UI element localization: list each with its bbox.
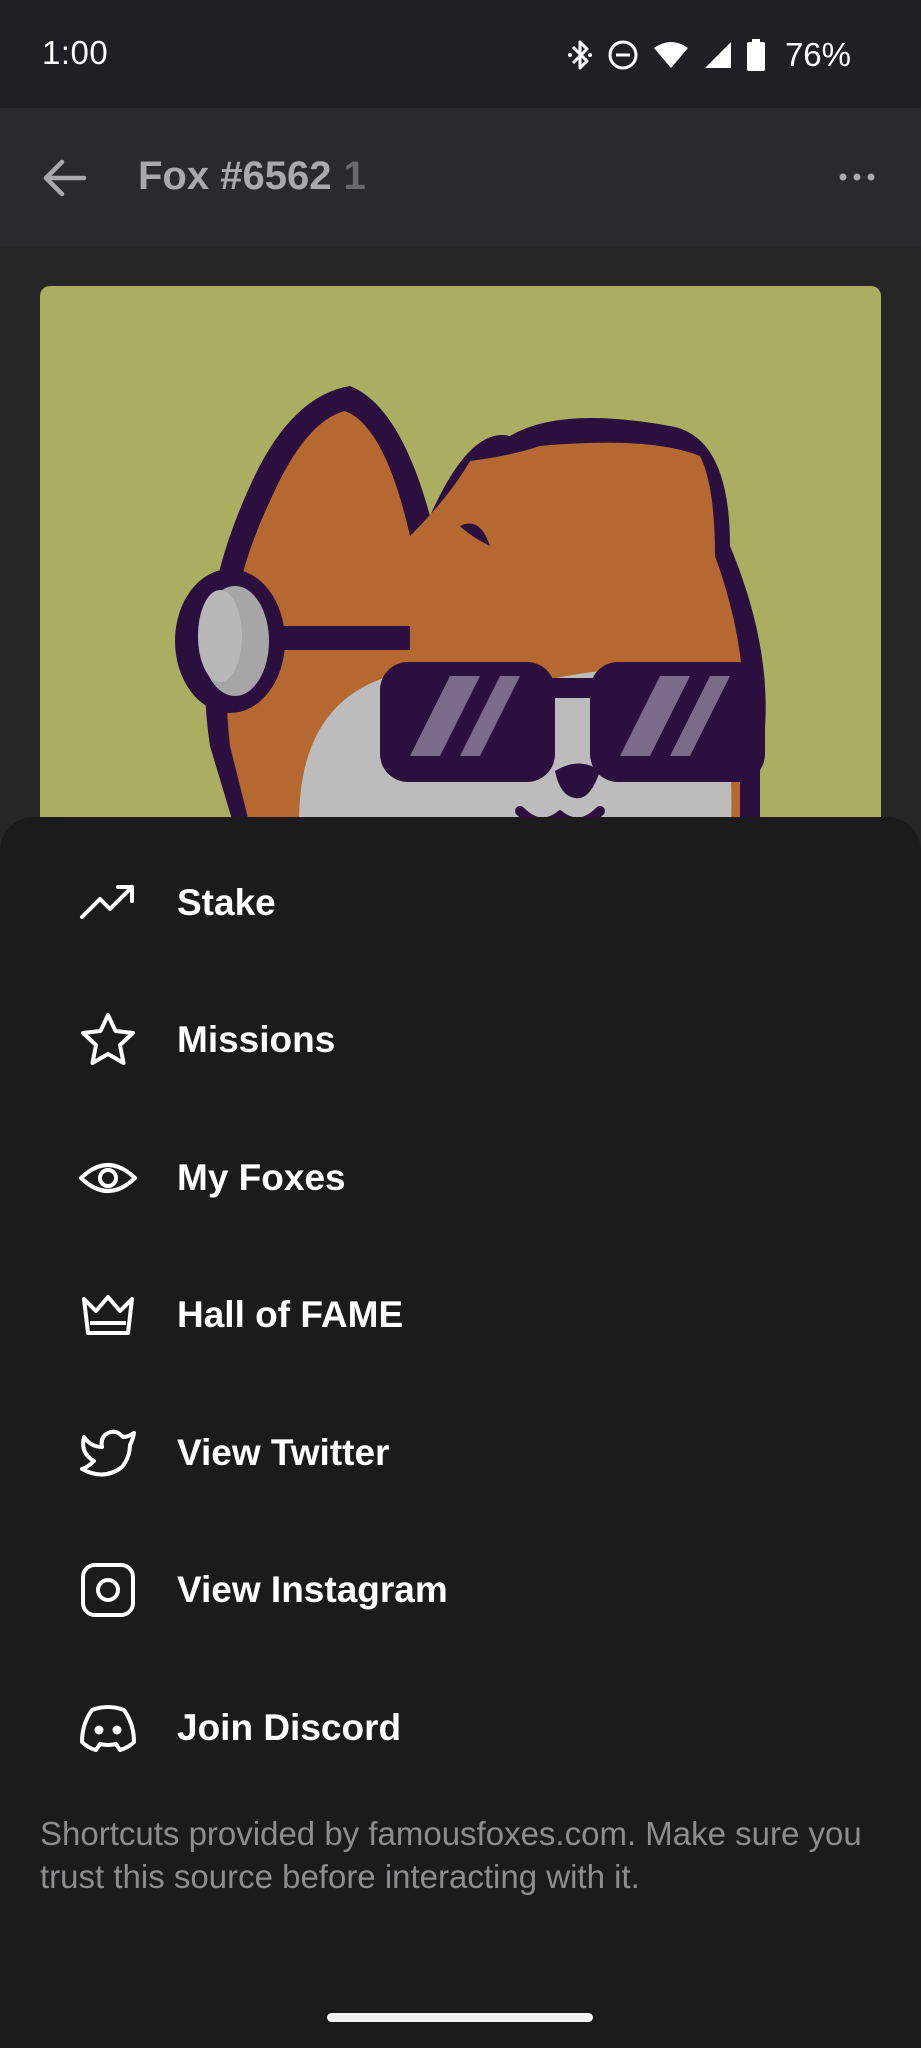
screen: 1:00 76% Fox #6562 1 Stake Missions My F… — [0, 0, 921, 2048]
menu-item-missions[interactable]: Missions — [0, 975, 921, 1105]
menu-item-label: Hall of FAME — [177, 1294, 404, 1335]
instagram-icon — [78, 1560, 138, 1620]
menu-item-view-instagram[interactable]: View Instagram — [0, 1525, 921, 1655]
menu-item-hall-of-fame[interactable]: Hall of FAME — [0, 1250, 921, 1380]
menu-item-label: View Instagram — [177, 1569, 448, 1610]
twitter-icon — [78, 1423, 138, 1483]
menu-item-label: Join Discord — [177, 1707, 402, 1748]
title-count: 1 — [343, 154, 366, 198]
back-arrow-icon[interactable] — [40, 158, 88, 198]
star-icon — [78, 1010, 138, 1070]
title-text: Fox #6562 — [138, 154, 332, 198]
home-indicator[interactable] — [327, 2013, 593, 2022]
status-icons: 76% — [567, 36, 851, 74]
menu-item-label: Missions — [177, 1019, 336, 1060]
menu-item-stake[interactable]: Stake — [0, 838, 921, 968]
menu-item-view-twitter[interactable]: View Twitter — [0, 1388, 921, 1518]
do-not-disturb-icon — [607, 39, 639, 71]
bluetooth-icon — [567, 38, 593, 72]
status-time: 1:00 — [42, 34, 109, 71]
battery-percentage: 76% — [784, 36, 851, 73]
app-header: Fox #6562 1 — [0, 108, 921, 246]
battery-icon — [746, 39, 765, 71]
menu-item-label: My Foxes — [177, 1157, 346, 1198]
nft-image — [40, 286, 881, 846]
signal-icon — [703, 40, 733, 70]
eye-icon — [78, 1148, 138, 1208]
fox-illustration — [175, 386, 766, 846]
wifi-icon — [653, 40, 689, 70]
discord-icon — [78, 1698, 138, 1758]
menu-item-label: View Twitter — [177, 1432, 390, 1473]
page-title: Fox #6562 1 — [138, 154, 366, 199]
shortcuts-sheet: Stake Missions My Foxes Hall of FAME Vie… — [0, 817, 921, 2048]
sheet-footer-note: Shortcuts provided by famousfoxes.com. M… — [40, 1815, 862, 1895]
menu-item-join-discord[interactable]: Join Discord — [0, 1663, 921, 1793]
menu-item-label: Stake — [177, 882, 276, 923]
trending-up-icon — [78, 873, 138, 933]
status-bar: 1:00 76% — [0, 0, 921, 108]
crown-icon — [78, 1285, 138, 1345]
more-options-icon[interactable] — [837, 170, 877, 184]
menu-item-my-foxes[interactable]: My Foxes — [0, 1113, 921, 1243]
